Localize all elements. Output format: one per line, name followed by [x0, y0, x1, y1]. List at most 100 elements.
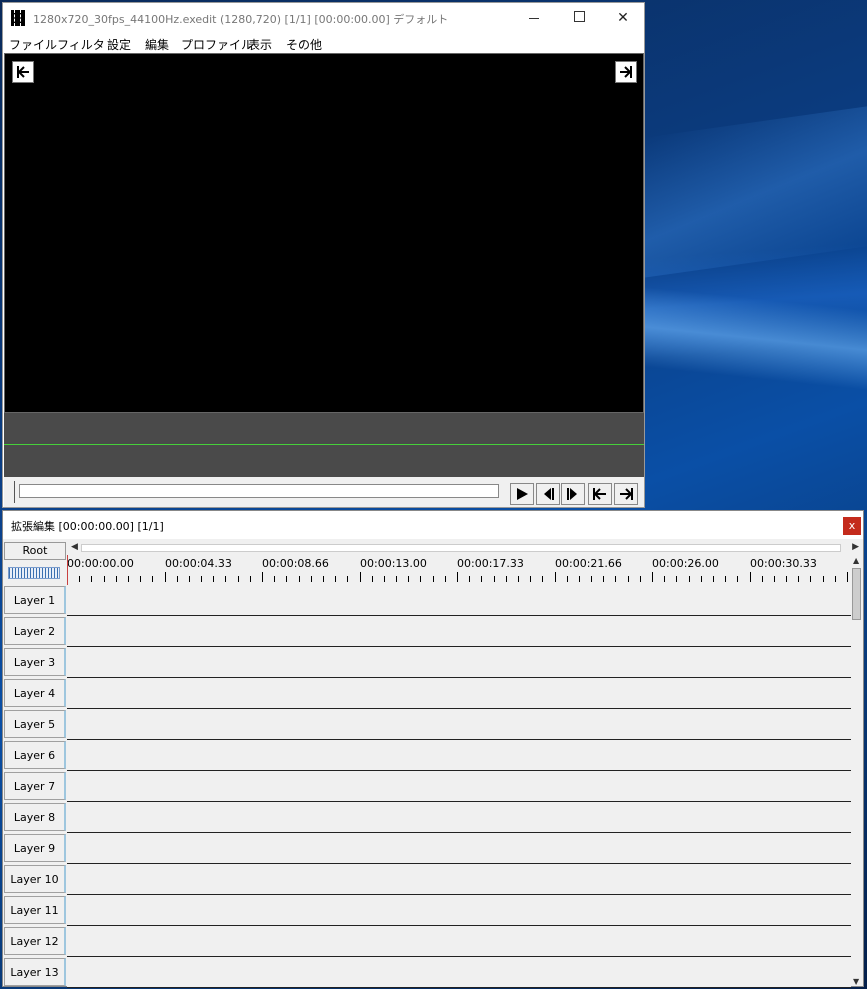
menubar: ファイル フィルタ 設定 編集 プロファイル 表示 その他	[3, 33, 644, 53]
layer-track[interactable]	[67, 895, 851, 926]
video-preview[interactable]	[4, 53, 644, 413]
layer-button-5[interactable]: Layer 5	[4, 710, 66, 738]
scroll-up-icon[interactable]: ▲	[853, 556, 859, 565]
film-icon	[11, 10, 25, 26]
minimize-button[interactable]	[511, 3, 557, 33]
menu-filter[interactable]: フィルタ	[57, 36, 105, 53]
go-end-button[interactable]	[614, 483, 638, 505]
layer-track[interactable]	[67, 833, 851, 864]
layer-button-6[interactable]: Layer 6	[4, 741, 66, 769]
timeline-titlebar[interactable]: 拡張編集 [00:00:00.00] [1/1] x	[3, 511, 863, 539]
layer-button-8[interactable]: Layer 8	[4, 803, 66, 831]
layer-button-10[interactable]: Layer 10	[4, 865, 66, 893]
ruler-tick	[104, 576, 105, 582]
layer-button-13[interactable]: Layer 13	[4, 958, 66, 986]
ruler-tick	[152, 576, 153, 582]
ruler-tick	[299, 576, 300, 582]
ruler-tick	[603, 576, 604, 582]
horizontal-scrollbar[interactable]: ◀ ▶	[67, 542, 861, 554]
maximize-icon	[573, 10, 585, 22]
ruler-tick	[774, 576, 775, 582]
ruler-tick	[79, 576, 80, 582]
ruler-tick	[250, 576, 251, 582]
layer-row: Layer 6	[3, 740, 851, 771]
ruler-tick	[835, 576, 836, 582]
layer-track[interactable]	[67, 678, 851, 709]
skip-to-start-icon	[17, 66, 29, 78]
menu-profile[interactable]: プロファイル	[181, 36, 253, 53]
ruler-label: 00:00:30.33	[750, 557, 817, 570]
main-titlebar[interactable]: 1280x720_30fps_44100Hz.exedit (1280,720)…	[3, 3, 644, 33]
menu-edit[interactable]: 編集	[145, 36, 169, 53]
go-start-button[interactable]	[588, 483, 612, 505]
ruler-tick	[664, 576, 665, 582]
scroll-right-icon[interactable]: ▶	[852, 542, 859, 552]
main-window: 1280x720_30fps_44100Hz.exedit (1280,720)…	[2, 2, 645, 508]
layer-row: Layer 10	[3, 864, 851, 895]
menu-file[interactable]: ファイル	[9, 36, 57, 53]
ruler-tick	[579, 576, 580, 582]
timeline-zoom-slider[interactable]	[8, 567, 60, 579]
seek-bar[interactable]	[19, 484, 499, 498]
layer-button-2[interactable]: Layer 2	[4, 617, 66, 645]
layer-button-1[interactable]: Layer 1	[4, 586, 66, 614]
jump-start-button[interactable]	[12, 61, 34, 83]
vertical-scroll-thumb[interactable]	[852, 568, 861, 620]
layer-button-9[interactable]: Layer 9	[4, 834, 66, 862]
layer-row: Layer 1	[3, 585, 851, 616]
ruler-tick	[396, 576, 397, 582]
skip-to-end-icon	[620, 66, 632, 78]
menu-settings[interactable]: 設定	[107, 36, 131, 53]
scroll-down-icon[interactable]: ▼	[853, 977, 859, 986]
ruler-tick	[750, 572, 751, 582]
maximize-button[interactable]	[556, 3, 602, 33]
layer-track[interactable]	[67, 771, 851, 802]
layer-track[interactable]	[67, 926, 851, 957]
layer-track[interactable]	[67, 802, 851, 833]
layer-track[interactable]	[67, 864, 851, 895]
horizontal-scroll-track[interactable]	[81, 544, 841, 552]
time-ruler[interactable]: 00:00:00.00 00:00:04.33 00:00:08.66 00:0…	[67, 554, 851, 584]
menu-other[interactable]: その他	[286, 36, 322, 53]
ruler-tick	[615, 576, 616, 582]
close-button[interactable]: ✕	[600, 3, 646, 33]
ruler-tick	[286, 576, 287, 582]
menu-view[interactable]: 表示	[248, 36, 272, 53]
timeline-close-button[interactable]: x	[843, 517, 861, 535]
layer-button-11[interactable]: Layer 11	[4, 896, 66, 924]
layer-row: Layer 7	[3, 771, 851, 802]
audio-level-line	[4, 444, 644, 445]
jump-end-button[interactable]	[615, 61, 637, 83]
layer-track[interactable]	[67, 709, 851, 740]
ruler-tick	[798, 576, 799, 582]
seek-thumb[interactable]	[14, 481, 21, 503]
prev-frame-button[interactable]	[536, 483, 560, 505]
layer-track[interactable]	[67, 647, 851, 678]
ruler-tick	[810, 576, 811, 582]
layer-button-3[interactable]: Layer 3	[4, 648, 66, 676]
layer-button-7[interactable]: Layer 7	[4, 772, 66, 800]
layer-track[interactable]	[67, 740, 851, 771]
ruler-label: 00:00:00.00	[67, 557, 134, 570]
layer-track[interactable]	[67, 957, 851, 988]
scroll-left-icon[interactable]: ◀	[71, 542, 78, 552]
layer-track[interactable]	[67, 585, 851, 616]
vertical-scrollbar[interactable]: ▲ ▼	[851, 556, 863, 986]
next-frame-button[interactable]	[561, 483, 585, 505]
layer-button-4[interactable]: Layer 4	[4, 679, 66, 707]
main-window-title: 1280x720_30fps_44100Hz.exedit (1280,720)…	[33, 13, 449, 26]
ruler-tick	[116, 576, 117, 582]
root-button[interactable]: Root	[4, 542, 66, 560]
ruler-tick	[640, 576, 641, 582]
layer-button-12[interactable]: Layer 12	[4, 927, 66, 955]
ruler-tick	[225, 576, 226, 582]
audio-waveform-panel	[4, 413, 644, 477]
ruler-tick	[213, 576, 214, 582]
ruler-label: 00:00:08.66	[262, 557, 329, 570]
play-icon	[517, 488, 528, 500]
ruler-tick	[335, 576, 336, 582]
ruler-tick	[701, 576, 702, 582]
ruler-tick	[360, 572, 361, 582]
play-button[interactable]	[510, 483, 534, 505]
layer-track[interactable]	[67, 616, 851, 647]
